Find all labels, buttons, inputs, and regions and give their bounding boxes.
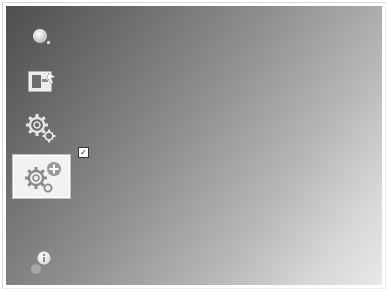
enabled-checkbox[interactable]: ✓ xyxy=(78,147,89,158)
circle-dot-icon xyxy=(32,29,50,45)
sidebar-item-settings[interactable] xyxy=(14,107,67,147)
sidebar-item-info[interactable] xyxy=(14,244,67,284)
sidebar-item-home[interactable] xyxy=(14,16,67,56)
gear-plus-icon xyxy=(24,161,61,192)
menu-panel: ✓ xyxy=(6,6,382,285)
app-frame: ✓ xyxy=(2,2,386,289)
sidebar-item-advanced-settings[interactable] xyxy=(12,154,71,199)
screen-arrow-icon xyxy=(28,71,56,92)
info-icon xyxy=(30,251,50,274)
sidebar-item-display-settings[interactable] xyxy=(14,61,67,101)
gear-icon xyxy=(25,114,55,143)
